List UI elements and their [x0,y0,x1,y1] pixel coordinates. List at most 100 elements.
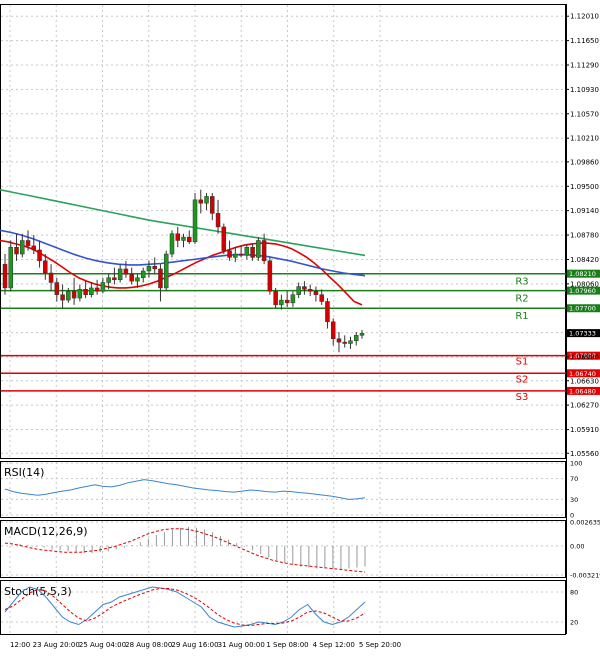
candle-body [54,282,60,295]
candle-body [83,289,88,295]
price-tick-label: 1.08420 [570,256,599,264]
candle-body [158,268,163,289]
candle-body [146,265,152,272]
candle-body [25,240,31,247]
candle-body [284,299,290,304]
candle-body [129,274,134,282]
candle-body [2,263,8,289]
candle-body [353,335,359,342]
price-tick-label: 1.06630 [570,377,599,385]
time-tick-label: 12:00 [10,641,30,649]
price-tick-label: 1.11290 [570,61,599,69]
panel-frame-3 [0,580,566,635]
level-label-s1: S1 [516,357,529,368]
time-tick-label: 23 Aug 20:00 [33,641,80,649]
time-tick-label: 29 Aug 16:00 [171,641,218,649]
candle-body [319,294,324,302]
time-tick-label: 28 Aug 08:00 [125,641,172,649]
candle-body [256,240,261,258]
candle-body [175,233,180,241]
candle-body [14,247,19,255]
current-price-value: 1.07333 [569,330,596,338]
candle-body [152,265,157,270]
time-tick-label: 5 Sep 20:00 [359,641,401,649]
level-price-value: 1.07700 [569,305,596,313]
price-tick-label: 1.09500 [570,183,599,191]
candle-body [89,287,94,295]
price-tick-label: 1.10570 [570,110,599,118]
candle-body [244,247,250,256]
time-tick-label: 25 Aug 04:00 [79,641,126,649]
candle-body [140,270,146,279]
candle-body [359,333,365,336]
candle-body [267,260,273,292]
candle-body [106,277,111,283]
candle-body [123,268,129,275]
candle-body [163,253,169,289]
candle-body [37,249,42,262]
candle-body [325,301,330,323]
candle-body [313,291,319,295]
panel-frame-1 [0,461,566,518]
price-tick-label: 1.05910 [570,426,599,434]
candle-body [135,277,140,282]
candle-body [60,294,65,301]
time-tick-label: 4 Sep 12:00 [313,641,355,649]
level-label-s2: S2 [516,374,529,385]
indicator-tick-label: 0.002635 [570,519,600,527]
indicator-label: RSI(14) [4,466,44,479]
candle-body [169,233,175,255]
price-chart: 1.08210R31.07960R21.07700R11.07000S11.06… [0,4,600,649]
candle-body [273,291,278,306]
candle-body [198,199,204,204]
price-tick-label: 1.09140 [570,207,599,215]
price-tick-label: 1.10930 [570,86,599,94]
time-tick-label: 1 Sep 08:00 [266,641,308,649]
price-tick-label: 1.12010 [570,13,599,21]
candle-body [348,340,353,344]
candle-body [233,253,238,258]
candle-body [261,240,267,262]
candle-body [117,268,123,281]
level-price-value: 1.06480 [569,387,596,395]
candle-body [48,272,54,283]
price-tick-label: 1.08780 [570,232,599,240]
indicator-tick-label: 20 [570,619,578,627]
candle-body [100,282,106,292]
price-tick-label: 1.09860 [570,158,599,166]
candle-body [221,226,227,251]
candle-body [279,299,284,306]
level-label-s3: S3 [516,392,529,403]
candle-body [238,253,244,256]
time-tick-label: 31 Aug 00:00 [218,641,265,649]
candle-body [20,240,25,255]
candle-body [307,289,313,292]
candle-body [66,291,71,301]
candle-body [296,286,301,295]
level-label-r1: R1 [515,311,528,322]
candle-body [31,245,37,251]
chart-root: 1.08210 R3 1.07960 R2 1.07700 R1 1.07000 S1 1.06… [0,0,600,653]
indicator-label: MACD(12,26,9) [4,525,88,538]
candle-body [94,287,100,292]
candle-body [112,277,117,281]
indicator-label: Stoch(5,5,3) [4,585,72,598]
level-label-r3: R3 [515,277,528,288]
level-price-value: 1.08210 [569,270,596,278]
price-tick-label: 1.11650 [570,37,599,45]
candle-body [43,260,48,274]
price-tick-label: 1.05560 [570,450,599,458]
indicator-tick-label: 80 [570,589,578,597]
candle-body [210,196,215,214]
candle-body [227,250,232,258]
indicator-tick-label: -0.003219 [570,572,600,580]
candle-body [71,291,77,299]
candle-body [8,247,14,289]
candle-body [302,286,307,290]
candle-body [290,294,296,304]
candle-body [342,341,347,344]
price-tick-label: 1.06270 [570,402,599,410]
candle-body [215,213,221,228]
candle-body [187,236,192,243]
candle-body [204,196,209,204]
